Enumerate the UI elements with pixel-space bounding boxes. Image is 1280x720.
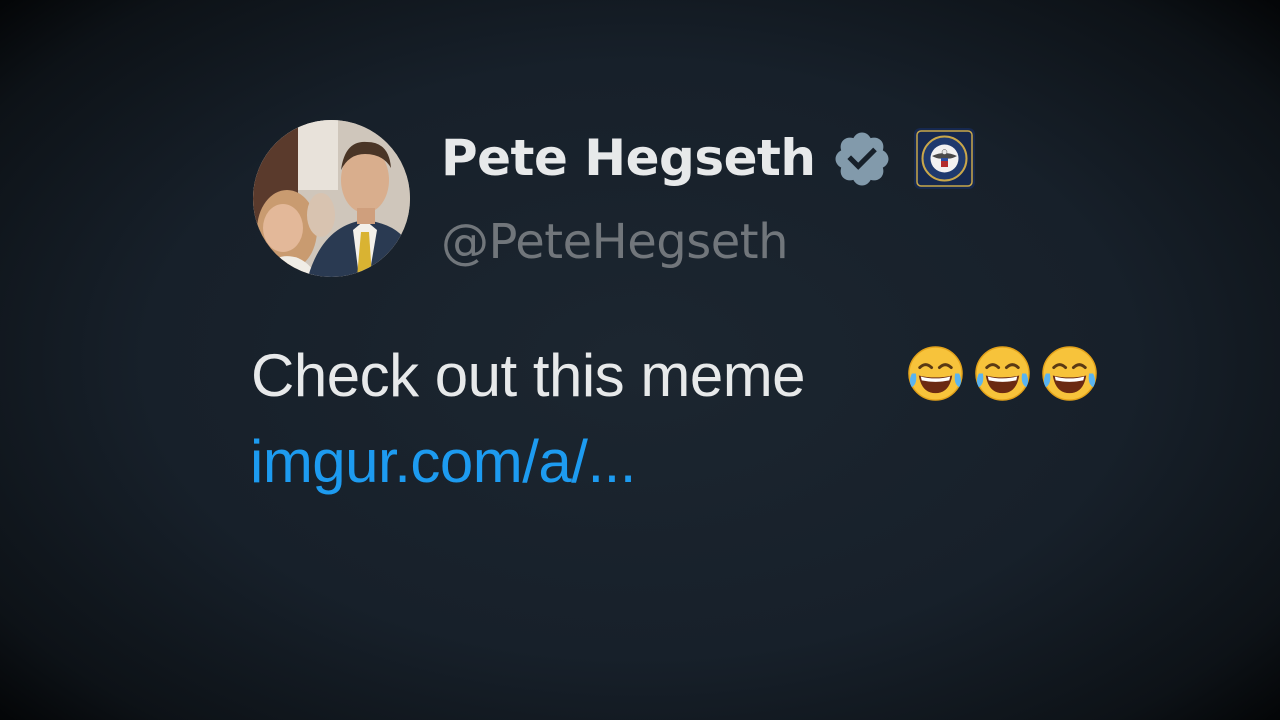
avatar-photo xyxy=(253,120,410,277)
department-seal-icon[interactable] xyxy=(914,128,975,189)
tears-of-joy-emoji-icon xyxy=(975,346,1030,401)
tears-of-joy-emoji-icon xyxy=(1042,346,1097,401)
emoji-row xyxy=(906,344,1099,404)
handle[interactable]: @PeteHegseth xyxy=(441,212,789,272)
display-name[interactable]: Pete Hegseth xyxy=(441,128,816,188)
tweet-link[interactable]: imgur.com/a/... xyxy=(250,428,636,496)
tweet-text: Check out this meme xyxy=(251,342,806,409)
tweet-card: Pete Hegseth @PeteHegseth Check out this… xyxy=(0,0,1280,720)
tears-of-joy-emoji-icon xyxy=(908,346,963,401)
verified-badge-icon[interactable] xyxy=(831,128,893,190)
avatar[interactable] xyxy=(253,120,410,277)
